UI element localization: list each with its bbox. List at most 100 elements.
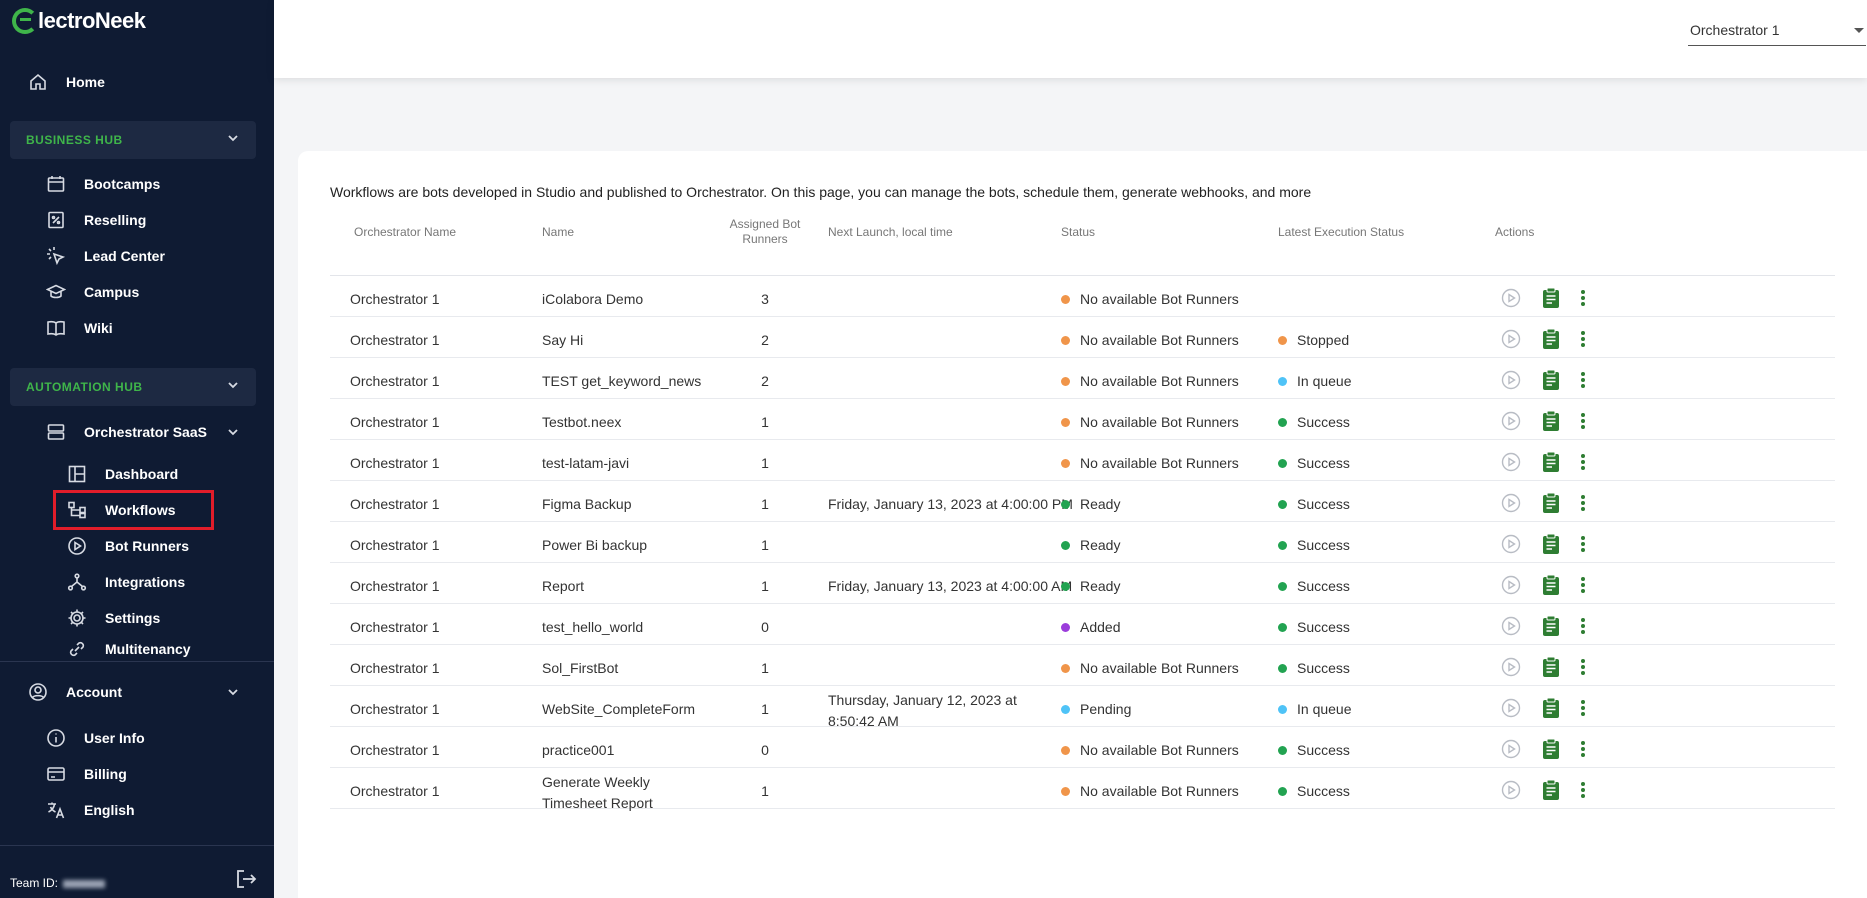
latest-status-text: Stopped [1297,332,1350,348]
run-play-icon[interactable] [1501,534,1521,554]
sidebar-item-wiki[interactable]: Wiki [46,313,113,343]
run-play-icon[interactable] [1501,575,1521,595]
chevron-down-icon [228,135,238,142]
clipboard-icon[interactable] [1541,738,1561,760]
automation-hub-header[interactable]: AUTOMATION HUB [10,368,256,406]
more-options-icon[interactable] [1580,330,1586,348]
clipboard-icon[interactable] [1541,574,1561,596]
sidebar-item-reselling[interactable]: Reselling [46,205,146,235]
table-row[interactable]: Orchestrator 1 WebSite_CompleteForm 1 Thurs… [330,686,1835,729]
sidebar-item-language[interactable]: English [46,795,135,825]
status-dot [1061,376,1070,386]
table-row[interactable]: Orchestrator 1 Testbot.neex 1 No available … [330,399,1835,440]
table-row[interactable]: Orchestrator 1 Generate Weekly Timesheet … [330,768,1835,811]
more-options-icon[interactable] [1580,617,1586,635]
table-row[interactable]: Orchestrator 1 practice001 0 No available B… [330,727,1835,768]
clipboard-icon[interactable] [1541,697,1561,719]
more-options-icon[interactable] [1580,740,1586,758]
status-cell: Ready [1061,578,1120,594]
run-play-icon[interactable] [1501,616,1521,636]
sidebar-item-integrations[interactable]: Integrations [67,567,185,597]
run-play-icon[interactable] [1501,493,1521,513]
run-play-icon[interactable] [1501,329,1521,349]
cell-runners: 1 [761,578,769,594]
latest-status-dot [1278,622,1287,632]
clipboard-icon[interactable] [1541,656,1561,678]
more-options-icon[interactable] [1580,658,1586,676]
cell-name: iColabora Demo [542,291,644,307]
sidebar-item-account[interactable]: Account [28,677,228,707]
table-row[interactable]: Orchestrator 1 Sol_FirstBot 1 No available … [330,645,1835,686]
run-play-icon[interactable] [1501,370,1521,390]
clipboard-icon[interactable] [1541,369,1561,391]
clipboard-icon[interactable] [1541,492,1561,514]
clipboard-icon[interactable] [1541,615,1561,637]
more-options-icon[interactable] [1580,699,1586,717]
run-play-icon[interactable] [1501,698,1521,718]
table-row[interactable]: Orchestrator 1 Power Bi backup 1 Ready Succe… [330,522,1835,563]
more-options-icon[interactable] [1580,535,1586,553]
more-options-icon[interactable] [1580,576,1586,594]
sidebar-item-billing[interactable]: Billing [46,759,127,789]
clipboard-icon[interactable] [1541,451,1561,473]
status-text: No available Bot Runners [1080,332,1239,348]
sidebar-item-lead-center[interactable]: Lead Center [46,241,165,271]
integrations-icon [67,573,87,591]
sidebar-item-orchestrator-saas[interactable]: Orchestrator SaaS [46,417,246,447]
more-options-icon[interactable] [1580,453,1586,471]
sidebar-divider [0,661,274,662]
more-options-icon[interactable] [1580,289,1586,307]
receipt-percent-icon [48,211,64,229]
page-description: Workflows are bots developed in Studio a… [330,184,1312,200]
more-options-icon[interactable] [1580,494,1586,512]
table-row[interactable]: Orchestrator 1 Figma Backup 1 Friday, Janua… [330,481,1835,522]
electroneek-logo-mark [12,8,38,34]
sidebar-item-bot-runners[interactable]: Bot Runners [67,531,189,561]
sidebar-item-user-info[interactable]: User Info [46,723,145,753]
table-row[interactable]: Orchestrator 1 Report 1 Friday, January 13,… [330,563,1835,604]
table-row[interactable]: Orchestrator 1 iColabora Demo 3 No availabl… [330,276,1835,317]
run-play-icon[interactable] [1501,739,1521,759]
electroneek-logo[interactable]: lectroNeek [12,6,146,36]
run-play-icon[interactable] [1501,452,1521,472]
status-text: No available Bot Runners [1080,373,1239,389]
row-actions [1501,574,1586,596]
sidebar-item-settings[interactable]: Settings [67,603,160,633]
latest-status-dot [1278,704,1287,714]
sidebar-item-home[interactable]: Home [28,67,105,97]
more-options-icon[interactable] [1580,412,1586,430]
sidebar-item-label: Home [66,74,105,90]
workflows-highlight-box [53,490,214,530]
sidebar-item-campus[interactable]: Campus [46,277,139,307]
sidebar-item-multitenancy[interactable]: Multitenancy [67,639,191,659]
latest-status-dot [1278,745,1287,755]
more-options-icon[interactable] [1580,781,1586,799]
clipboard-icon[interactable] [1541,533,1561,555]
workflows-card: Workflows are bots developed in Studio a… [298,151,1867,898]
run-play-icon[interactable] [1501,288,1521,308]
run-play-icon[interactable] [1501,780,1521,800]
home-icon [30,73,46,90]
table-row[interactable]: Orchestrator 1 test-latam-javi 1 No availab… [330,440,1835,481]
latest-status-dot [1278,376,1287,386]
clipboard-icon[interactable] [1541,287,1561,309]
orchestrator-select[interactable]: Orchestrator 1 [1688,22,1866,46]
chevron-down-icon[interactable] [228,687,238,697]
team-id-label: Team ID: [10,876,59,890]
run-play-icon[interactable] [1501,657,1521,677]
run-play-icon[interactable] [1501,411,1521,431]
table-row[interactable]: Orchestrator 1 TEST get_keyword_news 2 No a… [330,358,1835,399]
more-options-icon[interactable] [1580,371,1586,389]
logout-icon[interactable] [235,869,257,889]
business-hub-header[interactable]: BUSINESS HUB [10,121,256,159]
clipboard-icon[interactable] [1541,328,1561,350]
clipboard-icon[interactable] [1541,779,1561,801]
sidebar-item-bootcamps[interactable]: Bootcamps [46,169,160,199]
table-row[interactable]: Orchestrator 1 Say Hi 2 No available Bot Ru… [330,317,1835,358]
chevron-down-icon[interactable] [228,427,238,437]
sidebar-item-dashboard[interactable]: Dashboard [67,459,178,489]
sidebar-item-label: Wiki [84,320,113,336]
table-row[interactable]: Orchestrator 1 test_hello_world 0 Added Succ… [330,604,1835,645]
clipboard-icon[interactable] [1541,410,1561,432]
latest-status-dot [1278,786,1287,796]
